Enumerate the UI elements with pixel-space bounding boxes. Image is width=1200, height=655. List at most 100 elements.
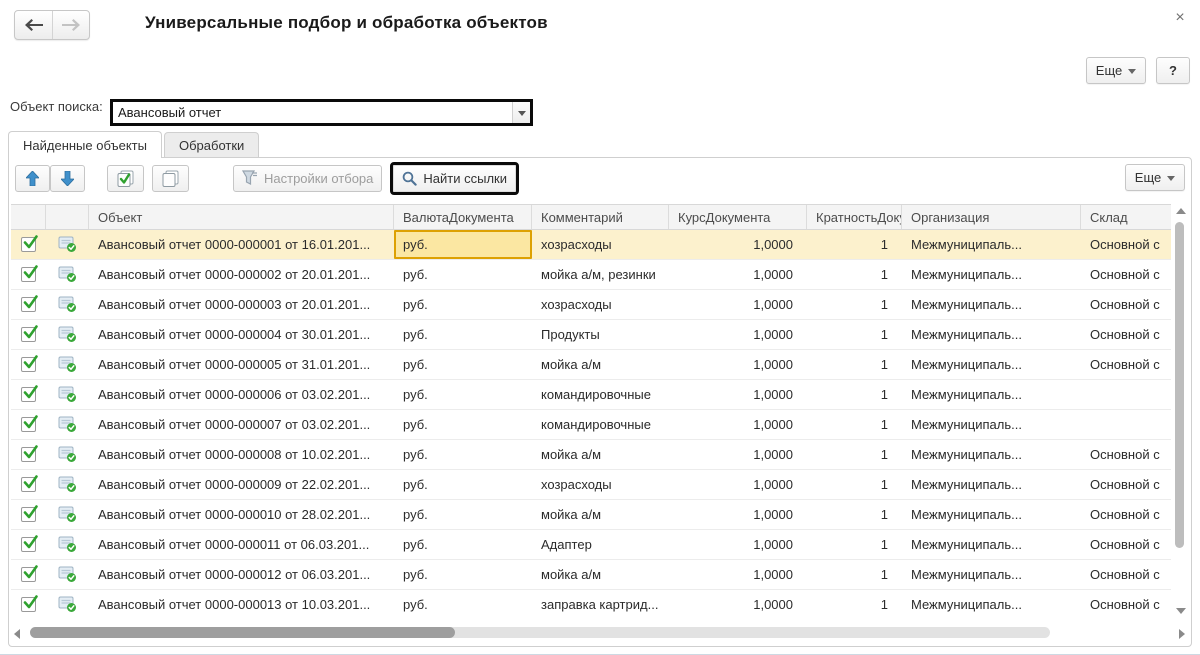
forward-button[interactable] xyxy=(52,11,89,39)
cell-warehouse[interactable]: Основной с xyxy=(1081,500,1171,529)
cell-rate[interactable]: 1,0000 xyxy=(669,440,807,469)
cell-rate[interactable]: 1,0000 xyxy=(669,590,807,618)
scroll-left-arrow-icon[interactable] xyxy=(14,629,20,639)
row-checkbox[interactable] xyxy=(21,597,36,612)
table-row[interactable]: Авансовый отчет 0000-000005 от 31.01.201… xyxy=(11,350,1171,380)
cell-comment[interactable]: мойка а/м, резинки xyxy=(532,260,669,289)
search-object-combobox[interactable]: Авансовый отчет xyxy=(110,99,533,126)
cell-comment[interactable]: заправка картрид... xyxy=(532,590,669,618)
cell-multiplicity[interactable]: 1 xyxy=(807,500,902,529)
row-checkbox[interactable] xyxy=(21,447,36,462)
cell-organization[interactable]: Межмуниципаль... xyxy=(902,260,1081,289)
cell-comment[interactable]: Продукты xyxy=(532,320,669,349)
table-row[interactable]: Авансовый отчет 0000-000010 от 28.02.201… xyxy=(11,500,1171,530)
filter-settings-button[interactable]: Настройки отбора xyxy=(233,165,382,192)
cell-rate[interactable]: 1,0000 xyxy=(669,560,807,589)
cell-currency[interactable]: руб. xyxy=(394,350,532,379)
cell-object[interactable]: Авансовый отчет 0000-000005 от 31.01.201… xyxy=(89,350,394,379)
cell-object[interactable]: Авансовый отчет 0000-000009 от 22.02.201… xyxy=(89,470,394,499)
cell-rate[interactable]: 1,0000 xyxy=(669,350,807,379)
cell-warehouse[interactable]: Основной с xyxy=(1081,350,1171,379)
scroll-right-arrow-icon[interactable] xyxy=(1179,629,1185,639)
cell-multiplicity[interactable]: 1 xyxy=(807,380,902,409)
search-object-value[interactable]: Авансовый отчет xyxy=(113,102,512,123)
cell-currency[interactable]: руб. xyxy=(394,320,532,349)
cell-currency[interactable]: руб. xyxy=(394,500,532,529)
cell-object[interactable]: Авансовый отчет 0000-000012 от 06.03.201… xyxy=(89,560,394,589)
horizontal-scrollbar-thumb[interactable] xyxy=(30,627,455,638)
cell-object[interactable]: Авансовый отчет 0000-000011 от 06.03.201… xyxy=(89,530,394,559)
cell-multiplicity[interactable]: 1 xyxy=(807,320,902,349)
col-multiplicity-header[interactable]: КратностьДокуме... xyxy=(807,205,902,229)
vertical-scrollbar[interactable] xyxy=(1173,204,1188,618)
cell-rate[interactable]: 1,0000 xyxy=(669,410,807,439)
cell-currency[interactable]: руб. xyxy=(394,290,532,319)
cell-object[interactable]: Авансовый отчет 0000-000010 от 28.02.201… xyxy=(89,500,394,529)
scroll-up-arrow-icon[interactable] xyxy=(1176,208,1186,214)
cell-organization[interactable]: Межмуниципаль... xyxy=(902,560,1081,589)
col-organization-header[interactable]: Организация xyxy=(902,205,1081,229)
move-down-button[interactable] xyxy=(50,165,85,192)
col-rate-header[interactable]: КурсДокумента xyxy=(669,205,807,229)
cell-multiplicity[interactable]: 1 xyxy=(807,590,902,618)
cell-multiplicity[interactable]: 1 xyxy=(807,560,902,589)
row-checkbox[interactable] xyxy=(21,507,36,522)
cell-organization[interactable]: Межмуниципаль... xyxy=(902,440,1081,469)
cell-multiplicity[interactable]: 1 xyxy=(807,260,902,289)
cell-rate[interactable]: 1,0000 xyxy=(669,230,807,259)
cell-multiplicity[interactable]: 1 xyxy=(807,530,902,559)
uncheck-all-button[interactable] xyxy=(152,165,189,192)
cell-warehouse[interactable]: Основной с xyxy=(1081,560,1171,589)
cell-currency[interactable]: руб. xyxy=(394,410,532,439)
cell-comment[interactable]: мойка а/м xyxy=(532,500,669,529)
cell-object[interactable]: Авансовый отчет 0000-000007 от 03.02.201… xyxy=(89,410,394,439)
tab-found-objects[interactable]: Найденные объекты xyxy=(8,131,162,158)
cell-comment[interactable]: командировочные xyxy=(532,380,669,409)
scroll-down-arrow-icon[interactable] xyxy=(1176,608,1186,614)
row-checkbox[interactable] xyxy=(21,267,36,282)
cell-currency[interactable]: руб. xyxy=(394,560,532,589)
cell-currency[interactable]: руб. xyxy=(394,380,532,409)
cell-comment[interactable]: командировочные xyxy=(532,410,669,439)
cell-organization[interactable]: Межмуниципаль... xyxy=(902,350,1081,379)
cell-object[interactable]: Авансовый отчет 0000-000003 от 20.01.201… xyxy=(89,290,394,319)
cell-comment[interactable]: хозрасходы xyxy=(532,230,669,259)
cell-currency[interactable]: руб. xyxy=(394,440,532,469)
cell-rate[interactable]: 1,0000 xyxy=(669,530,807,559)
col-warehouse-header[interactable]: Склад xyxy=(1081,205,1171,229)
cell-currency[interactable]: руб. xyxy=(394,530,532,559)
row-checkbox[interactable] xyxy=(21,387,36,402)
row-checkbox[interactable] xyxy=(21,567,36,582)
cell-object[interactable]: Авансовый отчет 0000-000006 от 03.02.201… xyxy=(89,380,394,409)
row-checkbox[interactable] xyxy=(21,327,36,342)
cell-organization[interactable]: Межмуниципаль... xyxy=(902,290,1081,319)
close-icon[interactable]: × xyxy=(1170,8,1190,28)
table-row[interactable]: Авансовый отчет 0000-000001 от 16.01.201… xyxy=(11,230,1171,260)
cell-organization[interactable]: Межмуниципаль... xyxy=(902,590,1081,618)
cell-rate[interactable]: 1,0000 xyxy=(669,320,807,349)
cell-comment[interactable]: хозрасходы xyxy=(532,290,669,319)
cell-currency[interactable]: руб. xyxy=(394,470,532,499)
cell-multiplicity[interactable]: 1 xyxy=(807,350,902,379)
cell-object[interactable]: Авансовый отчет 0000-000001 от 16.01.201… xyxy=(89,230,394,259)
cell-warehouse[interactable] xyxy=(1081,410,1171,439)
table-row[interactable]: Авансовый отчет 0000-000008 от 10.02.201… xyxy=(11,440,1171,470)
cell-warehouse[interactable]: Основной с xyxy=(1081,230,1171,259)
cell-warehouse[interactable]: Основной с xyxy=(1081,530,1171,559)
tab-processings[interactable]: Обработки xyxy=(164,132,259,158)
cell-object[interactable]: Авансовый отчет 0000-000008 от 10.02.201… xyxy=(89,440,394,469)
find-links-button[interactable]: Найти ссылки xyxy=(393,165,516,192)
combobox-dropdown-button[interactable] xyxy=(512,102,530,123)
row-checkbox[interactable] xyxy=(21,417,36,432)
cell-currency[interactable]: руб. xyxy=(394,230,532,259)
table-row[interactable]: Авансовый отчет 0000-000013 от 10.03.201… xyxy=(11,590,1171,618)
cell-comment[interactable]: хозрасходы xyxy=(532,470,669,499)
table-row[interactable]: Авансовый отчет 0000-000006 от 03.02.201… xyxy=(11,380,1171,410)
more-button-top[interactable]: Еще xyxy=(1086,57,1146,84)
row-checkbox[interactable] xyxy=(21,297,36,312)
cell-object[interactable]: Авансовый отчет 0000-000004 от 30.01.201… xyxy=(89,320,394,349)
cell-multiplicity[interactable]: 1 xyxy=(807,440,902,469)
cell-warehouse[interactable]: Основной с xyxy=(1081,440,1171,469)
cell-rate[interactable]: 1,0000 xyxy=(669,260,807,289)
table-row[interactable]: Авансовый отчет 0000-000009 от 22.02.201… xyxy=(11,470,1171,500)
